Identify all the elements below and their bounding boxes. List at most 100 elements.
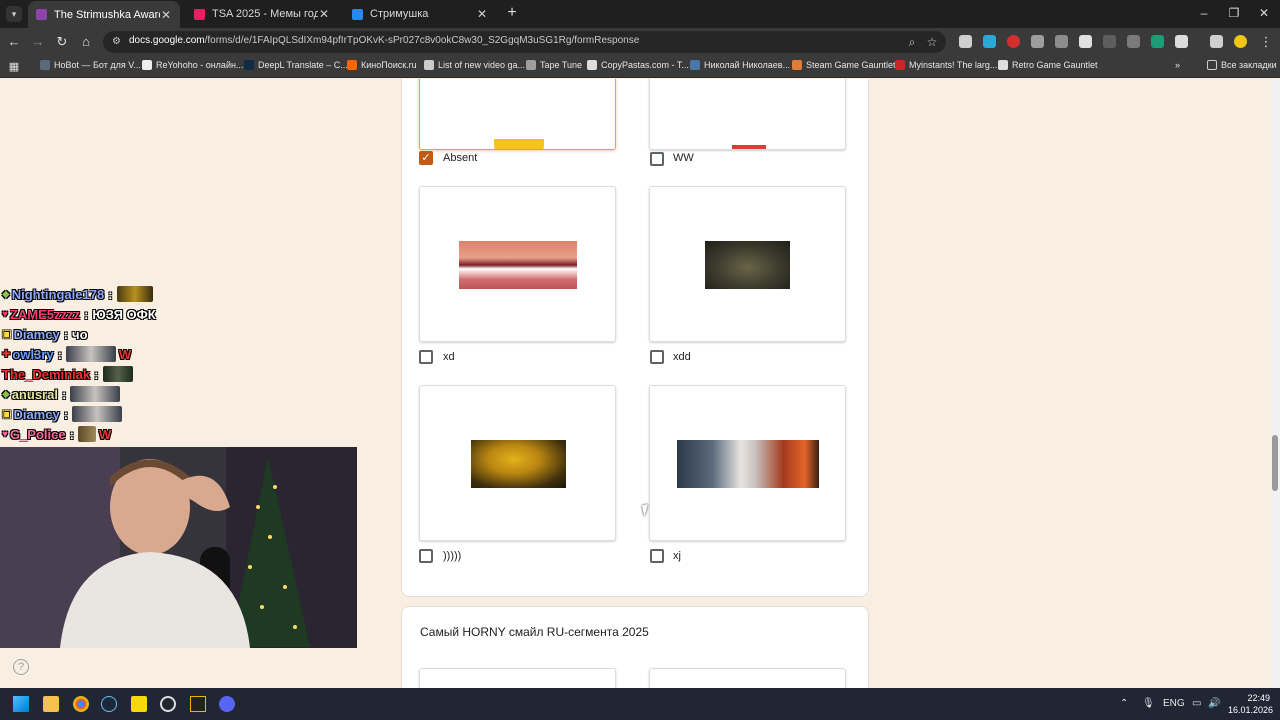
file-explorer-icon[interactable] <box>43 696 59 712</box>
bookmark-item[interactable]: Steam Game Gauntlet <box>792 60 896 70</box>
tab-search-button[interactable]: ▾ <box>6 6 22 22</box>
bookmark-item[interactable]: Tape Tune <box>526 60 582 70</box>
smiley-emote-image <box>494 139 544 149</box>
minimize-icon[interactable]: – <box>1196 6 1212 20</box>
bookmark-item[interactable]: DeepL Translate – C... <box>244 60 348 70</box>
media-control-icon[interactable] <box>1210 35 1223 48</box>
extension-icon[interactable] <box>1103 35 1116 48</box>
chat-badge-icon: ◆ <box>2 388 10 400</box>
bookmark-item[interactable]: ReYohoho - онлайн... <box>142 60 243 70</box>
bookmark-favicon-icon <box>424 60 434 70</box>
home-icon[interactable]: ⌂ <box>78 34 94 50</box>
extension-icon[interactable] <box>1079 35 1092 48</box>
chat-message: ◆ Nightingale178 : <box>2 284 262 304</box>
network-icon[interactable]: ▭ <box>1192 698 1201 709</box>
extension-icon[interactable] <box>983 35 996 48</box>
youtube-favicon-icon <box>194 8 205 20</box>
checkbox-xd[interactable] <box>419 350 433 364</box>
option-image-tile[interactable] <box>649 668 846 688</box>
option-label: xj <box>673 550 681 562</box>
option-image-tile[interactable] <box>419 385 616 541</box>
close-tab-icon[interactable]: ✕ <box>476 7 488 21</box>
chat-message: ♥ G_Police : W <box>2 426 112 442</box>
bookmark-item[interactable]: Николай Николаев... <box>690 60 790 70</box>
checkbox-ww[interactable] <box>650 152 664 166</box>
chat-message: ◆ anusral : <box>2 384 262 404</box>
language-indicator[interactable]: ENG <box>1163 698 1185 709</box>
option-image-tile[interactable] <box>649 79 846 150</box>
bookmark-favicon-icon <box>998 60 1008 70</box>
more-bookmarks-icon[interactable]: » <box>1175 60 1180 70</box>
system-clock[interactable]: 22:49 16.01.2026 <box>1228 692 1273 716</box>
app-icon[interactable] <box>131 696 147 712</box>
option-image-tile[interactable] <box>419 668 616 688</box>
bookmark-favicon-icon <box>142 60 152 70</box>
extension-icon[interactable] <box>959 35 972 48</box>
url-text[interactable]: docs.google.com/forms/d/e/1FAIpQLSdIXm94… <box>129 35 639 46</box>
checkbox-smile-brackets[interactable] <box>419 549 433 563</box>
avatar[interactable] <box>1234 35 1247 48</box>
discord-icon[interactable] <box>219 696 235 712</box>
zoom-icon[interactable]: ⌕ <box>905 35 919 50</box>
question-card-horny: Самый HORNY смайл RU-сегмента 2025 <box>401 606 869 688</box>
bookmark-item[interactable]: КиноПоиск.ru <box>347 60 417 70</box>
app-icon[interactable] <box>190 696 206 712</box>
mouse-cursor-icon <box>641 502 657 518</box>
bookmark-item[interactable]: List of new video ga... <box>424 60 525 70</box>
scrollbar-thumb[interactable] <box>1272 435 1278 491</box>
site-info-icon[interactable]: ⚙ <box>112 36 124 48</box>
tab-tsa-memes[interactable]: TSA 2025 - Мемы года ✕ <box>186 3 338 25</box>
extensions-puzzle-icon[interactable] <box>1175 35 1188 48</box>
chrome-icon[interactable] <box>73 696 89 712</box>
tab-strimushka-awards[interactable]: The Strimushka Awards 2025 - ✕ <box>28 1 180 28</box>
checkbox-xdd[interactable] <box>650 350 664 364</box>
option-label: ))))) <box>443 550 462 562</box>
extension-icon[interactable] <box>1055 35 1068 48</box>
option-image-tile[interactable] <box>649 385 846 541</box>
close-tab-icon[interactable]: ✕ <box>160 8 172 22</box>
page-scrollbar[interactable] <box>1270 79 1280 688</box>
microphone-icon[interactable]: 🎙 <box>1142 698 1155 709</box>
chat-message: ▣ Diamcy : чо <box>2 326 88 342</box>
back-icon[interactable]: ← <box>6 34 22 50</box>
forward-icon[interactable]: → <box>30 34 46 50</box>
joker-face-emote-image <box>677 440 819 488</box>
extension-icon[interactable] <box>1127 35 1140 48</box>
volume-icon[interactable]: 🔊 <box>1208 698 1220 709</box>
bookmark-star-icon[interactable]: ☆ <box>925 35 939 49</box>
tray-overflow-icon[interactable]: ⌃ <box>1120 698 1128 709</box>
address-bar[interactable]: ⚙ docs.google.com/forms/d/e/1FAIpQLSdIXm… <box>103 31 946 53</box>
chat-emote-image <box>77 426 96 442</box>
bookmark-item[interactable]: Myinstants! The larg... <box>895 60 997 70</box>
obs-icon[interactable] <box>160 696 176 712</box>
option-image-tile[interactable] <box>649 186 846 342</box>
restore-icon[interactable]: ❐ <box>1226 6 1242 20</box>
extension-icon[interactable] <box>1151 35 1164 48</box>
chat-badge-icon: ♥ <box>2 308 8 320</box>
option-label: WW <box>673 152 694 164</box>
new-tab-button[interactable]: + <box>504 4 520 22</box>
checkbox-xj[interactable] <box>650 549 664 563</box>
help-icon[interactable]: ? <box>13 659 29 675</box>
extension-icon[interactable] <box>1031 35 1044 48</box>
apps-grid-icon[interactable]: ▦ <box>6 59 22 75</box>
folder-icon <box>1207 60 1217 70</box>
option-image-tile[interactable] <box>419 79 616 150</box>
bookmark-item[interactable]: Retro Game Gauntlet <box>998 60 1098 70</box>
reload-icon[interactable]: ↻ <box>54 34 70 50</box>
menu-dots-icon[interactable]: ⋮ <box>1258 34 1274 50</box>
steam-icon[interactable] <box>101 696 117 712</box>
close-tab-icon[interactable]: ✕ <box>318 7 330 21</box>
extension-icon[interactable] <box>1007 35 1020 48</box>
chat-text: чо <box>72 326 88 342</box>
option-image-tile[interactable] <box>419 186 616 342</box>
checkbox-absent[interactable]: ✓ <box>419 151 433 165</box>
windows-start-icon[interactable] <box>13 696 29 712</box>
close-window-icon[interactable]: ✕ <box>1256 6 1272 20</box>
chat-username: Diamcy <box>13 406 60 422</box>
bookmark-item[interactable]: HoBot — Бот для V... <box>40 60 141 70</box>
all-bookmarks-button[interactable]: Все закладки <box>1207 60 1277 70</box>
chat-username: owl3ry <box>12 346 54 362</box>
bookmark-item[interactable]: CopyPastas.com - T... <box>587 60 689 70</box>
tab-strimushka[interactable]: Стримушка ✕ <box>344 3 496 25</box>
